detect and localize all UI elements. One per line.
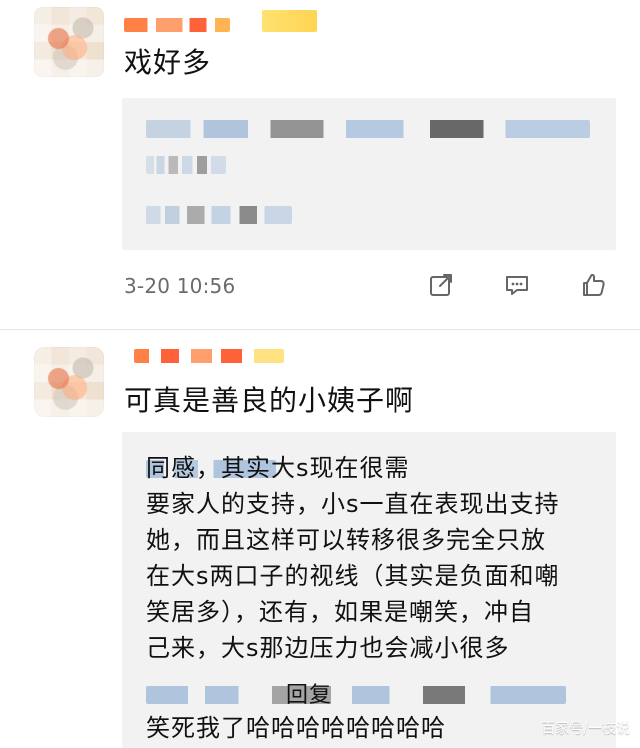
avatar[interactable]: [34, 7, 104, 77]
share-button[interactable]: [424, 272, 458, 302]
comment-meta-row: 3-20 10:56: [124, 272, 614, 302]
avatar[interactable]: [34, 347, 104, 417]
share-icon: [426, 270, 456, 304]
username-blurred: [124, 18, 230, 32]
like-button[interactable]: [576, 272, 610, 302]
watermark: 百家号/一枝说: [541, 721, 630, 737]
comment-timestamp: 3-20 10:56: [124, 274, 236, 298]
reply-text: 笑死我了哈哈哈哈哈哈哈哈: [146, 714, 446, 742]
quoted-text-blurred: [146, 206, 292, 224]
quoted-comment-text: 同感，其实大s现在很需 要家人的支持，小s一直在表现出支持 她，而且这样可以转移…: [146, 454, 560, 662]
weibo-comment-screenshot: 戏好多 3-20 10:56 可真是善良的小姨子啊 同感，其实大s现在很需 要家…: [0, 0, 640, 748]
reply-label: 回复: [286, 683, 333, 708]
divider: [0, 329, 640, 330]
comment-button[interactable]: [500, 272, 534, 302]
reply-line-blurred: [146, 686, 566, 704]
badge-blurred: [262, 10, 317, 32]
comment-text: 可真是善良的小姨子啊: [124, 384, 415, 417]
like-icon: [578, 270, 608, 304]
comment-text: 戏好多: [124, 46, 212, 79]
quoted-text-blurred: [146, 156, 226, 174]
username-blurred: [134, 349, 284, 363]
comment-icon: [502, 270, 532, 304]
quoted-text-blurred: [146, 120, 590, 138]
